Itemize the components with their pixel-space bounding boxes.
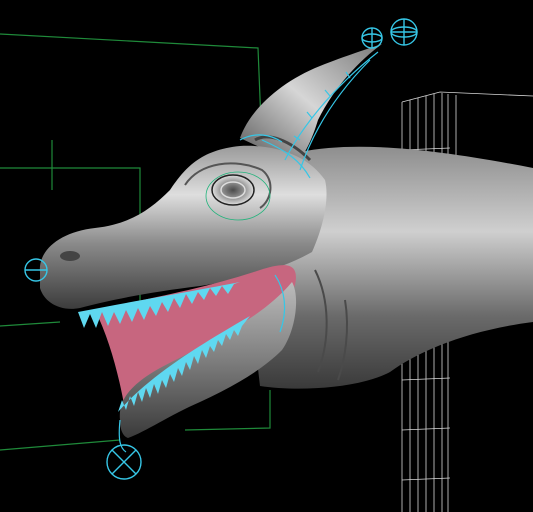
scene-canvas[interactable]: [0, 0, 533, 512]
horn-tip-locator[interactable]: [361, 27, 383, 49]
creature-horn[interactable]: [240, 44, 382, 164]
snout-locator[interactable]: [24, 258, 48, 282]
nostril: [60, 251, 80, 261]
3d-viewport[interactable]: [0, 0, 533, 512]
horn-tip-locator-secondary[interactable]: [390, 18, 418, 46]
creature-eye[interactable]: [211, 174, 255, 206]
